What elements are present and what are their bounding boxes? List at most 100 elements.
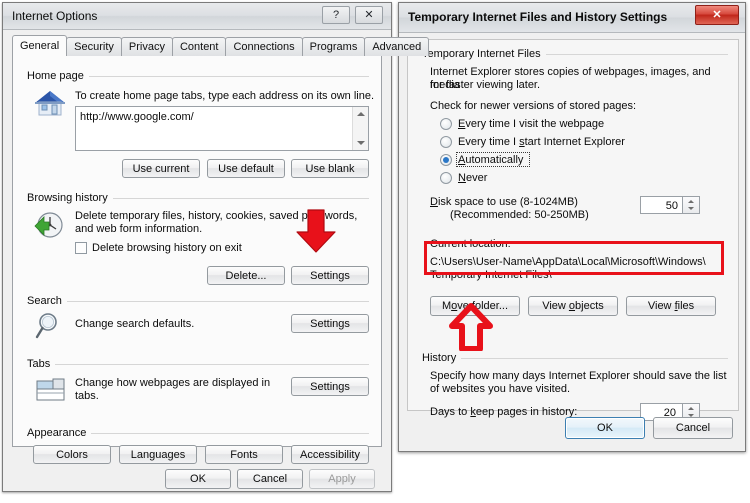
history-group-title: History xyxy=(422,352,462,364)
close-icon[interactable]: ✕ xyxy=(695,5,739,25)
check-newer-versions-label: Check for newer versions of stored pages… xyxy=(430,100,637,112)
tab-general[interactable]: General xyxy=(12,35,68,56)
days-to-keep-label: Days to keep pages in history: xyxy=(430,406,577,419)
scroll-down-icon[interactable] xyxy=(357,141,365,145)
appearance-group-title: Appearance xyxy=(27,427,92,439)
temp-files-body: Temporary Internet Files Internet Explor… xyxy=(407,39,739,421)
internet-options-tabstrip: General Security Privacy Content Connect… xyxy=(12,35,430,56)
use-blank-button[interactable]: Use blank xyxy=(291,159,369,178)
appearance-group: Appearance Colors Languages Fonts Access… xyxy=(27,427,369,473)
days-to-keep-text-post: eep pages in history: xyxy=(475,406,578,418)
use-current-button[interactable]: Use current xyxy=(122,159,200,178)
temp-files-title: Temporary Internet Files and History Set… xyxy=(408,10,668,24)
use-default-button[interactable]: Use default xyxy=(207,159,285,178)
radio-never[interactable] xyxy=(440,172,452,184)
search-settings-button[interactable]: Settings xyxy=(291,314,369,333)
current-location-line2: Temporary Internet Files\ xyxy=(430,269,552,281)
view-files-text-pre: View xyxy=(647,300,675,312)
magnifier-icon xyxy=(35,311,65,341)
spinner-down-icon[interactable] xyxy=(688,207,694,210)
disk-space-recommended: (Recommended: 50-250MB) xyxy=(450,209,589,221)
temporary-internet-files-group: Temporary Internet Files Internet Explor… xyxy=(422,48,728,330)
browsing-history-group-title: Browsing history xyxy=(27,192,113,204)
home-page-description: To create home page tabs, type each addr… xyxy=(75,90,375,102)
temporary-internet-files-window: Temporary Internet Files and History Set… xyxy=(398,2,746,452)
search-divider xyxy=(27,301,369,302)
radio-every-start-text-pre: Every time I xyxy=(458,136,520,148)
fonts-button[interactable]: Fonts xyxy=(205,445,283,464)
radio-every-start-label: Every time I start Internet Explorer xyxy=(458,136,625,149)
tif-description-line2: for faster viewing later. xyxy=(430,79,541,91)
tabs-group: Tabs Change how webpages are displayed i… xyxy=(27,358,369,422)
tab-content[interactable]: Content xyxy=(171,37,227,56)
tabs-description-line1: Change how webpages are displayed in xyxy=(75,377,271,389)
tabs-icon xyxy=(35,375,67,403)
days-to-keep-text-pre: Days to xyxy=(430,406,471,418)
help-button[interactable]: ? xyxy=(322,6,350,24)
tab-programs[interactable]: Programs xyxy=(301,37,366,56)
tif-group-title: Temporary Internet Files xyxy=(422,48,546,60)
accessibility-button[interactable]: Accessibility xyxy=(291,445,369,464)
scroll-up-icon[interactable] xyxy=(357,112,365,116)
internet-options-titlebar[interactable]: Internet Options ? ✕ xyxy=(3,3,391,30)
radio-automatically-text: utomatically xyxy=(465,154,524,166)
close-icon[interactable]: ✕ xyxy=(355,6,383,24)
radio-automatically[interactable] xyxy=(440,154,452,166)
disk-space-label: Disk space to use (8-1024MB) xyxy=(430,196,578,209)
view-files-text-post: iles xyxy=(677,300,695,312)
radio-never-accel: N xyxy=(458,172,466,184)
search-group: Search Change search defaults. Settings xyxy=(27,295,369,353)
internet-options-ok-button[interactable]: OK xyxy=(165,469,231,489)
temp-files-ok-button[interactable]: OK xyxy=(565,417,645,439)
tabs-description-line2: tabs. xyxy=(75,390,99,402)
radio-never-label: Never xyxy=(458,172,487,185)
languages-button[interactable]: Languages xyxy=(119,445,197,464)
view-files-button[interactable]: View files xyxy=(626,296,716,316)
disk-space-accel: D xyxy=(430,196,438,208)
current-location-line1: C:\Users\User-Name\AppData\Local\Microso… xyxy=(430,256,706,268)
history-description-line1: Specify how many days Internet Explorer … xyxy=(430,370,727,382)
search-description: Change search defaults. xyxy=(75,318,195,330)
colors-button[interactable]: Colors xyxy=(33,445,111,464)
tab-connections[interactable]: Connections xyxy=(225,37,303,56)
home-page-group: Home page To create home page tabs, type… xyxy=(27,70,374,188)
tabs-settings-button[interactable]: Settings xyxy=(291,377,369,396)
disk-space-value: 50 xyxy=(665,200,678,212)
internet-options-title: Internet Options xyxy=(12,9,98,23)
radio-automatically-label: Automatically xyxy=(458,154,523,167)
delete-browsing-history-checkbox[interactable] xyxy=(75,242,87,254)
tab-security[interactable]: Security xyxy=(66,37,122,56)
home-page-address-value: http://www.google.com/ xyxy=(80,111,194,123)
internet-options-apply-button: Apply xyxy=(309,469,375,489)
temp-files-titlebar[interactable]: Temporary Internet Files and History Set… xyxy=(399,3,745,33)
radio-every-visit[interactable] xyxy=(440,118,452,130)
browsing-history-settings-button[interactable]: Settings xyxy=(291,266,369,285)
spinner-up-icon[interactable] xyxy=(688,200,694,203)
current-location-label: Current location: xyxy=(430,238,511,250)
internet-options-cancel-button[interactable]: Cancel xyxy=(237,469,303,489)
radio-every-start-text-post: tart Internet Explorer xyxy=(524,136,625,148)
home-page-address-box[interactable]: http://www.google.com/ xyxy=(75,106,369,151)
history-divider xyxy=(422,358,728,359)
radio-every-visit-label: Every time I visit the webpage xyxy=(458,118,604,131)
history-icon xyxy=(33,210,65,240)
red-up-arrow-annotation xyxy=(449,303,493,352)
search-group-title: Search xyxy=(27,295,67,307)
delete-browsing-history-label: Delete browsing history on exit xyxy=(92,242,242,254)
tab-privacy[interactable]: Privacy xyxy=(120,37,173,56)
radio-every-visit-text: very time I visit the webpage xyxy=(465,118,605,130)
home-page-scrollbar[interactable] xyxy=(352,107,368,150)
view-objects-button[interactable]: View objects xyxy=(528,296,618,316)
spinner-up-icon[interactable] xyxy=(688,407,694,410)
history-description-line2: of websites you have visited. xyxy=(430,383,571,395)
tab-advanced[interactable]: Advanced xyxy=(364,37,430,56)
radio-never-text: ever xyxy=(465,172,488,184)
home-page-group-title: Home page xyxy=(27,70,89,82)
radio-every-start[interactable] xyxy=(440,136,452,148)
disk-space-input[interactable]: 50 xyxy=(640,196,700,214)
view-objects-text-post: bjects xyxy=(575,300,604,312)
red-down-arrow-annotation xyxy=(294,208,338,254)
delete-button[interactable]: Delete... xyxy=(207,266,285,285)
temp-files-cancel-button[interactable]: Cancel xyxy=(653,417,733,439)
disk-space-spinner[interactable] xyxy=(682,197,699,213)
